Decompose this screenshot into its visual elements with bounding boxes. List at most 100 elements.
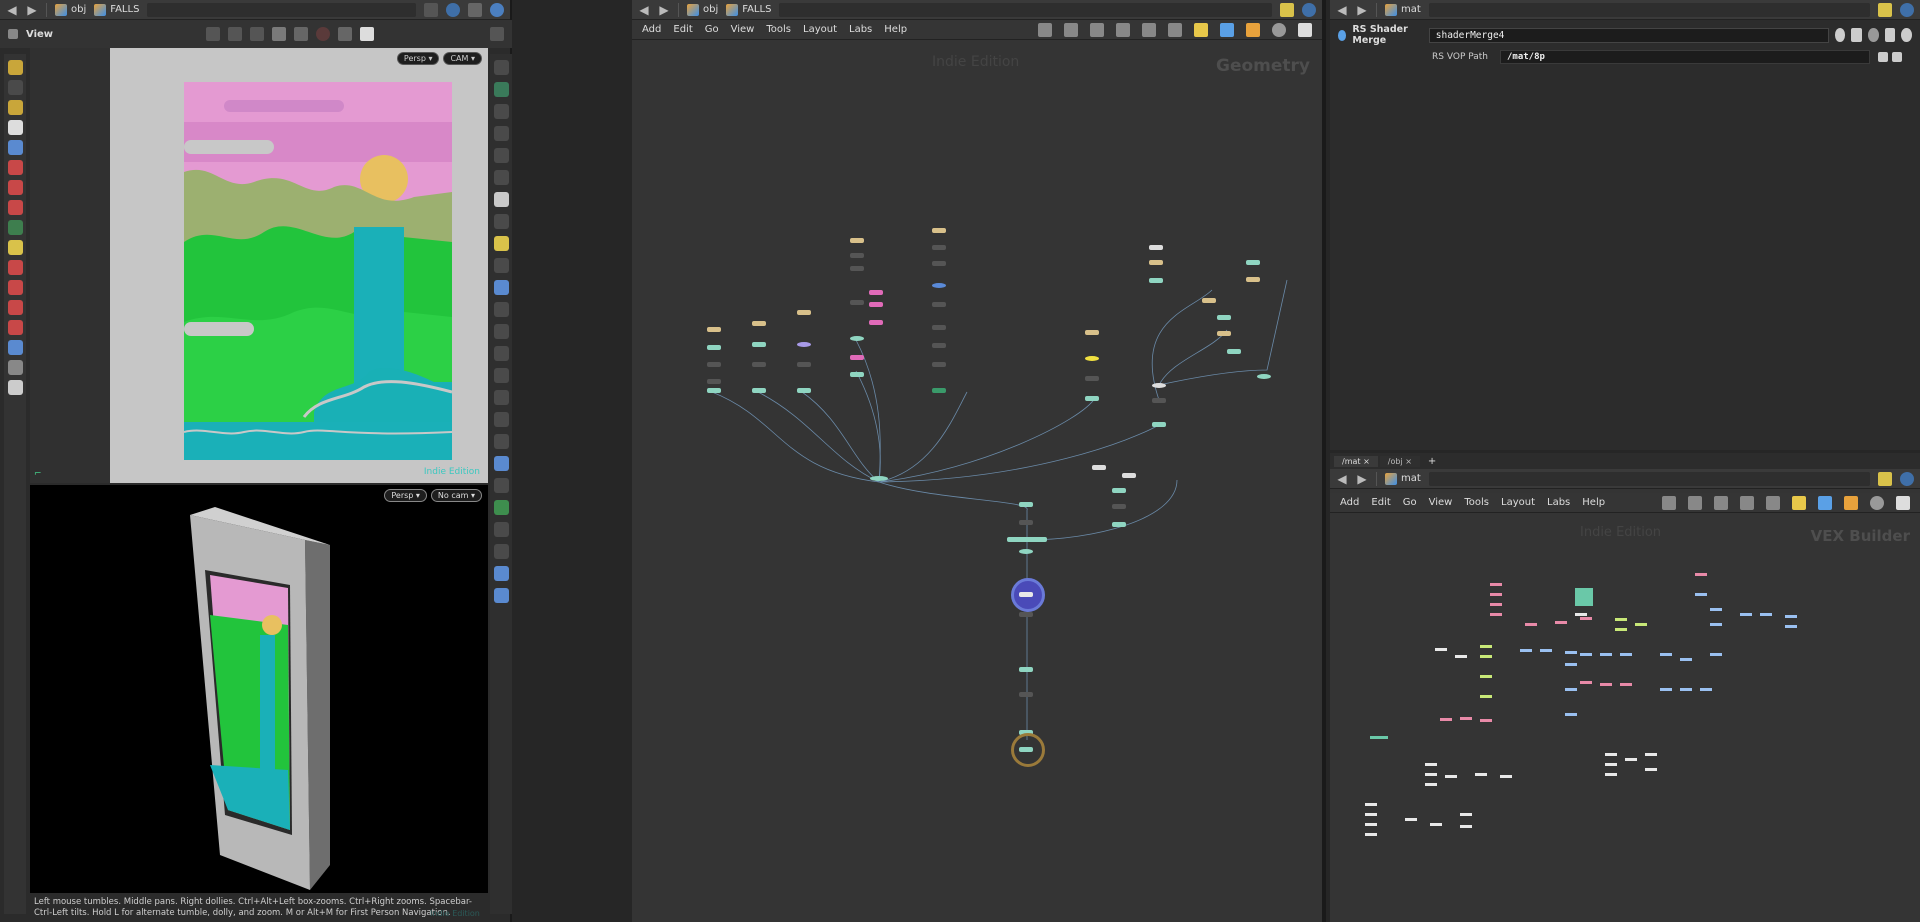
vex-node[interactable] — [1680, 688, 1692, 691]
node-col5-blue[interactable] — [932, 283, 946, 288]
node-transform-r[interactable] — [1217, 315, 1231, 320]
display-opt-13-icon[interactable] — [493, 324, 509, 339]
node-col5-d[interactable] — [932, 325, 946, 330]
node-chain-c[interactable] — [1019, 692, 1033, 697]
vex-node[interactable] — [1365, 833, 1377, 836]
node-transform-1[interactable] — [707, 345, 721, 350]
node-right-merge-2[interactable] — [1257, 374, 1271, 379]
node-rock[interactable] — [1149, 245, 1163, 250]
vex-node[interactable] — [1425, 773, 1437, 776]
vex-node[interactable] — [1490, 603, 1502, 606]
params-pin-icon[interactable] — [1878, 2, 1892, 17]
node-split[interactable] — [1149, 278, 1163, 283]
add-tab-icon[interactable]: + — [1422, 456, 1442, 467]
network-link-icon[interactable] — [1302, 2, 1316, 17]
tree-icon[interactable] — [1064, 22, 1078, 37]
vex-node[interactable] — [1645, 753, 1657, 756]
node-col5-a[interactable] — [932, 245, 946, 250]
node-col4-b[interactable] — [850, 266, 864, 271]
pose-tool-icon[interactable] — [7, 100, 23, 115]
vop-path-field[interactable]: /mat/8p — [1500, 50, 1870, 64]
node-islands[interactable] — [850, 238, 864, 243]
menu-edit[interactable]: Edit — [673, 24, 692, 35]
tile-view-icon[interactable] — [1142, 22, 1156, 37]
magnet3-tool-icon[interactable] — [7, 320, 23, 335]
node-merge-3[interactable] — [797, 342, 811, 347]
menu-layout[interactable]: Layout — [803, 24, 837, 35]
vex-node[interactable] — [1700, 688, 1712, 691]
help-icon[interactable] — [1851, 28, 1863, 42]
menu-help[interactable]: Help — [884, 24, 907, 35]
vex-node[interactable] — [1500, 775, 1512, 778]
node-sun[interactable] — [1085, 330, 1099, 335]
wrench-icon[interactable] — [1038, 22, 1052, 37]
network-back-arrow-icon[interactable]: ◀ — [638, 3, 650, 17]
vex-node[interactable] — [1645, 768, 1657, 771]
tumble-icon[interactable] — [206, 27, 220, 41]
forward-arrow-icon[interactable]: ▶ — [26, 3, 38, 17]
vex-node[interactable] — [1785, 625, 1797, 628]
vex-tile-icon[interactable] — [1766, 495, 1780, 510]
vex-node[interactable] — [1460, 717, 1472, 720]
flipbook-icon[interactable] — [7, 360, 23, 375]
display-opt-8-icon[interactable] — [493, 214, 509, 229]
node-pink-4[interactable] — [850, 355, 864, 360]
display-opt-12-icon[interactable] — [493, 302, 509, 317]
menu-labs[interactable]: Labs — [849, 24, 872, 35]
display-icon[interactable] — [468, 2, 482, 17]
vex-node[interactable] — [1430, 823, 1442, 826]
persp-menu-button[interactable]: Persp ▾ — [396, 52, 440, 65]
vex-box-icon[interactable] — [1844, 495, 1858, 510]
settings-icon[interactable] — [360, 27, 374, 41]
node-chain-merge[interactable] — [1019, 549, 1033, 554]
vex-menu-add[interactable]: Add — [1340, 497, 1359, 508]
transform-icon[interactable] — [250, 27, 264, 41]
vex-node[interactable] — [1405, 818, 1417, 821]
node-small-a[interactable] — [1092, 465, 1106, 470]
gear-icon[interactable] — [1834, 28, 1846, 42]
params-crumb-root[interactable]: mat — [1385, 3, 1421, 16]
vex-menu-layout[interactable]: Layout — [1501, 497, 1535, 508]
vex-node[interactable] — [1460, 825, 1472, 828]
node-waters[interactable] — [932, 228, 946, 233]
vex-node[interactable] — [1475, 773, 1487, 776]
vex-node[interactable] — [1480, 695, 1492, 698]
node-sun-merge[interactable] — [1085, 356, 1099, 361]
node-right-a[interactable] — [1217, 331, 1231, 336]
display-opt-25-icon[interactable] — [493, 588, 509, 603]
help-question-icon[interactable] — [1901, 28, 1912, 42]
vex-node[interactable] — [1425, 763, 1437, 766]
image-icon[interactable] — [1220, 22, 1234, 37]
node-small-d[interactable] — [1112, 504, 1126, 509]
node-col1-b[interactable] — [707, 379, 721, 384]
search-icon[interactable] — [1868, 28, 1879, 42]
vex-node[interactable] — [1660, 688, 1672, 691]
tab-mat[interactable]: /mat × — [1334, 455, 1378, 467]
params-back-arrow-icon[interactable]: ◀ — [1336, 3, 1348, 17]
network-crumb-node[interactable]: FALLS — [726, 3, 771, 16]
node-col4-a[interactable] — [850, 253, 864, 258]
vex-node[interactable] — [1435, 648, 1447, 651]
display-opt-14-icon[interactable] — [493, 346, 509, 361]
display-opt-4-icon[interactable] — [493, 126, 509, 141]
node-chain-b[interactable] — [1019, 612, 1033, 617]
vex-node[interactable] — [1490, 583, 1502, 586]
select-tool-icon[interactable] — [7, 60, 23, 75]
vex-node[interactable] — [1620, 683, 1632, 686]
vex-node[interactable] — [1615, 628, 1627, 631]
node-pink-3[interactable] — [869, 320, 883, 325]
menu-go[interactable]: Go — [705, 24, 719, 35]
display-opt-9-icon[interactable] — [493, 236, 509, 251]
vex-node[interactable] — [1695, 593, 1707, 596]
display-opt-10-icon[interactable] — [493, 258, 509, 273]
scale-tool-icon[interactable] — [7, 200, 23, 215]
info-icon[interactable] — [1884, 28, 1896, 42]
vex-crumb-root[interactable]: mat — [1385, 472, 1421, 485]
vex-node[interactable] — [1785, 615, 1797, 618]
jump-icon[interactable] — [1878, 52, 1888, 62]
vex-node[interactable] — [1710, 608, 1722, 611]
arrow-tool-icon[interactable] — [7, 120, 23, 135]
vex-menu-labs[interactable]: Labs — [1547, 497, 1570, 508]
node-col5-f[interactable] — [932, 362, 946, 367]
vex-node[interactable] — [1365, 803, 1377, 806]
